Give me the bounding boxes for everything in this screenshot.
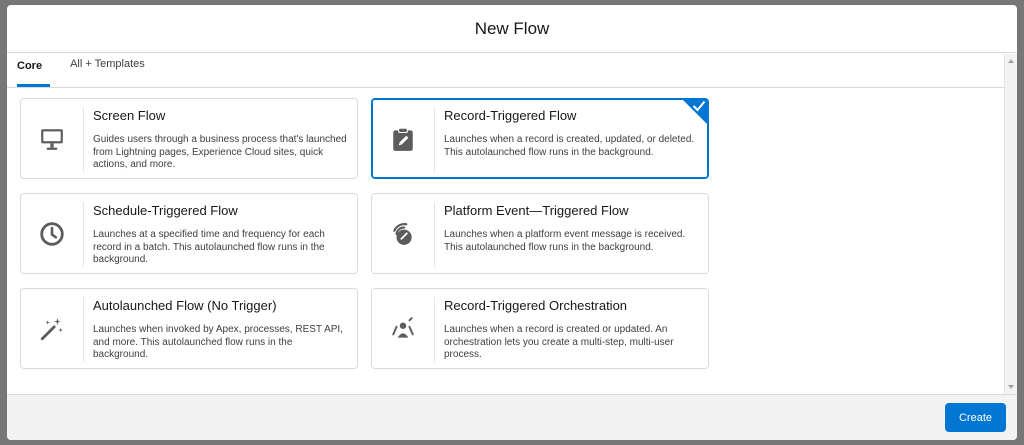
flow-card-record-triggered-flow[interactable]: Record-Triggered Flow Launches when a re…	[371, 98, 709, 179]
signal-icon	[372, 194, 434, 273]
tab-core[interactable]: Core	[17, 53, 51, 87]
flow-card-screen-flow[interactable]: Screen Flow Guides users through a busin…	[20, 98, 358, 179]
card-description: Launches when a record is created or upd…	[444, 324, 674, 360]
vertical-scrollbar[interactable]	[1004, 54, 1017, 394]
card-divider	[434, 107, 435, 172]
card-description: Launches when a platform event message i…	[444, 229, 686, 253]
clock-icon	[21, 194, 83, 273]
checkmark-icon	[692, 100, 706, 112]
modal-header: New Flow	[7, 5, 1017, 53]
modal-title: New Flow	[474, 18, 550, 38]
modal-body: Core All + Templates Screen Flow Guides …	[7, 54, 1017, 394]
flow-card-schedule-triggered-flow[interactable]: Schedule-Triggered Flow Launches at a sp…	[20, 193, 358, 274]
card-divider	[83, 202, 84, 267]
card-title: Record-Triggered Flow	[444, 108, 577, 123]
card-title: Schedule-Triggered Flow	[93, 203, 238, 218]
card-divider	[83, 107, 84, 172]
flow-card-record-triggered-orchestration[interactable]: Record-Triggered Orchestration Launches …	[371, 288, 709, 369]
card-title: Screen Flow	[93, 108, 166, 123]
card-title: Record-Triggered Orchestration	[444, 298, 628, 313]
card-description: Launches at a specified time and frequen…	[93, 229, 325, 265]
new-flow-modal: New Flow Core All + Templates Screen Flo…	[7, 5, 1017, 440]
flow-card-autolaunched-flow[interactable]: Autolaunched Flow (No Trigger) Launches …	[20, 288, 358, 369]
scroll-down-arrow-icon[interactable]	[1008, 385, 1014, 389]
orchestration-icon	[372, 289, 434, 368]
card-title: Platform Event—Triggered Flow	[444, 203, 629, 218]
card-divider	[434, 297, 435, 362]
modal-footer: Create	[7, 394, 1017, 440]
flow-card-platform-event-triggered-flow[interactable]: Platform Event—Triggered Flow Launches w…	[371, 193, 709, 274]
card-description: Guides users through a business process …	[93, 134, 347, 170]
scroll-up-arrow-icon[interactable]	[1008, 59, 1014, 63]
clipboard-edit-icon	[372, 99, 434, 178]
card-divider	[434, 202, 435, 267]
desktop-icon	[21, 99, 83, 178]
tab-all-templates[interactable]: All + Templates	[70, 53, 145, 87]
tab-bar: Core All + Templates	[7, 54, 1004, 88]
create-button[interactable]: Create	[945, 403, 1006, 432]
card-description: Launches when a record is created, updat…	[444, 134, 695, 158]
card-title: Autolaunched Flow (No Trigger)	[93, 298, 277, 313]
card-divider	[83, 297, 84, 362]
magic-wand-icon	[21, 289, 83, 368]
card-description: Launches when invoked by Apex, processes…	[93, 324, 343, 360]
